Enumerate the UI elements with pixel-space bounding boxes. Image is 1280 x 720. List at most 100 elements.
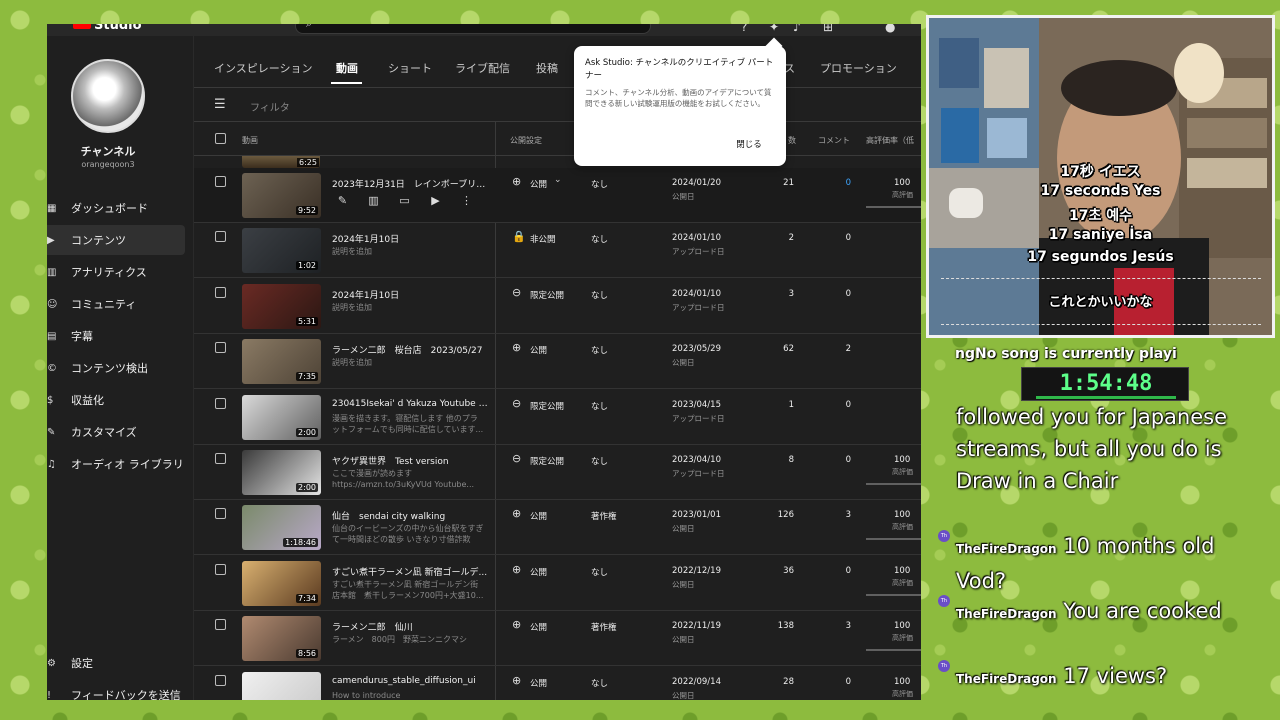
filter-input[interactable]: フィルタ — [250, 99, 290, 114]
row-checkbox[interactable] — [215, 563, 226, 575]
chevron-down-icon[interactable]: ⌄ — [554, 175, 562, 185]
view-count: 36 — [783, 565, 794, 576]
table-row[interactable]: camendurus_stable_diffusion_ui How to int… — [194, 667, 921, 700]
visibility-label[interactable]: 公開 — [530, 178, 547, 190]
row-checkbox[interactable] — [215, 176, 226, 187]
video-title[interactable]: 2024年1月10日 — [332, 288, 492, 301]
comment-count[interactable]: 0 — [811, 178, 851, 188]
timer-progress-bar — [1036, 396, 1176, 399]
sidebar-item-subtitles[interactable]: ▤ 字幕 — [47, 321, 185, 351]
video-date: 2023/04/15 — [672, 399, 721, 410]
sidebar-item-content[interactable]: ▶ コンテンツ — [47, 225, 185, 255]
column-header-views[interactable]: 数 — [788, 135, 796, 146]
video-title[interactable]: 2023年12月31日 レインボーブリッジ — [332, 177, 492, 190]
sidebar-item-analytics[interactable]: ▥ アナリティクス — [47, 257, 185, 287]
video-thumbnail[interactable]: 2:00 — [242, 450, 321, 495]
edit-icon[interactable]: ✎ — [336, 194, 349, 207]
video-thumbnail[interactable]: 8:56 — [242, 616, 321, 662]
video-title[interactable]: ヤクザ異世界 Test version — [332, 454, 492, 467]
content-area: インスピレーション 動画 ショート ライブ配信 投稿スプロモーション ☰ フィルタ 動画… — [193, 36, 921, 700]
visibility-label[interactable]: 公開 — [530, 510, 547, 522]
tab-1[interactable]: 動画 — [336, 60, 358, 76]
popup-close-button[interactable]: 閉じる — [726, 135, 772, 155]
date-status: アップロード日 — [672, 302, 725, 312]
row-checkbox[interactable] — [215, 674, 226, 686]
video-thumbnail[interactable]: 7:34 — [242, 560, 321, 606]
video-title[interactable]: 2024年1月10日 — [332, 232, 492, 245]
tab-4[interactable]: 投稿 — [536, 60, 558, 76]
row-checkbox[interactable] — [215, 397, 226, 409]
table-row[interactable]: 2:00 230415Isekai' d Yakuza Youtube Res..… — [194, 390, 921, 445]
create-icon[interactable]: ⊞ — [823, 24, 833, 34]
row-checkbox[interactable] — [215, 231, 226, 243]
sidebar-item-dashboard[interactable]: ▦ ダッシュボード — [47, 193, 185, 223]
visibility-label[interactable]: 公開 — [530, 344, 547, 356]
sidebar-item-audio-library[interactable]: ♫ オーディオ ライブラリ — [47, 449, 185, 479]
video-date: 2023/01/01 — [672, 510, 721, 521]
search-input[interactable]: ⌕ — [295, 24, 651, 34]
studio-logo[interactable]: Studio — [73, 24, 142, 33]
video-title[interactable]: ラーメン二郎 仙川 — [332, 620, 492, 633]
help-icon[interactable]: ? — [741, 24, 747, 34]
ask-studio-icon[interactable]: ✦ — [769, 24, 779, 34]
sidebar-item-feedback[interactable]: ! フィードバックを送信 — [47, 680, 185, 700]
visibility-label[interactable]: 限定公開 — [530, 289, 564, 301]
row-checkbox[interactable] — [215, 342, 226, 354]
tab-3[interactable]: ライブ配信 — [455, 60, 510, 76]
channel-avatar[interactable] — [71, 59, 145, 133]
sidebar-item-label: アナリティクス — [71, 266, 147, 279]
notifications-icon[interactable]: ♪ — [793, 24, 801, 34]
search-icon[interactable]: ⌕ — [306, 24, 312, 31]
table-row[interactable]: 5:31 2024年1月10日 説明を追加 ⊖ 限定公開 なし 2024/01/10 アップロ… — [194, 279, 921, 334]
sidebar-item-settings[interactable]: ⚙ 設定 — [47, 648, 185, 678]
video-title[interactable]: すごい煮干ラーメン凪 新宿ゴールデ... — [332, 565, 492, 578]
chat-message: followed you for Japanese streams, but a… — [956, 401, 1256, 497]
row-checkbox[interactable] — [215, 619, 226, 631]
sidebar-item-content-detection[interactable]: © コンテンツ検出 — [47, 353, 185, 383]
video-title[interactable]: ラーメン二郎 桜台店 2023/05/27 — [332, 343, 492, 356]
column-header-visibility[interactable]: 公開設定 — [510, 135, 542, 146]
table-row[interactable]: 7:34 すごい煮干ラーメン凪 新宿ゴールデ... すごい煮干ラーメン凪 新宿ゴール… — [194, 556, 921, 611]
more-options-icon[interactable]: ⋮ — [460, 194, 473, 207]
analytics-icon[interactable]: ▥ — [367, 194, 380, 207]
table-row[interactable]: 2:00 ヤクザ異世界 Test version ここで漫画が読めます https:… — [194, 445, 921, 500]
tab-2[interactable]: ショート — [388, 60, 432, 76]
video-thumbnail[interactable]: 1:02 — [242, 228, 321, 274]
account-avatar-icon[interactable]: ● — [885, 24, 895, 34]
visibility-label[interactable]: 限定公開 — [530, 400, 564, 412]
video-thumbnail[interactable] — [242, 671, 321, 700]
sidebar-item-community[interactable]: ☺ コミュニティ — [47, 289, 185, 319]
row-checkbox[interactable] — [215, 508, 226, 520]
video-thumbnail[interactable]: 7:35 — [242, 339, 321, 385]
video-thumbnail[interactable]: 1:18:46 — [242, 505, 321, 551]
visibility-label[interactable]: 公開 — [530, 621, 547, 633]
row-checkbox[interactable] — [215, 286, 226, 298]
comments-icon[interactable]: ▭ — [398, 194, 411, 207]
tab-6[interactable]: プロモーション — [820, 60, 897, 76]
column-header-comments[interactable]: コメント — [818, 135, 850, 146]
visibility-label[interactable]: 公開 — [530, 677, 547, 689]
visibility-label[interactable]: 限定公開 — [530, 455, 564, 467]
table-row[interactable]: 9:52 2023年12月31日 レインボーブリッジ ✎ ▥ ▭ ▶ ⋮ ⊕ 公開 ⌄ なし 2024… — [194, 168, 921, 223]
table-row[interactable]: 1:02 2024年1月10日 説明を追加 🔒 非公開 なし 2024/01/10 アップロー… — [194, 223, 921, 279]
tab-0[interactable]: インスピレーション — [214, 60, 313, 76]
table-row[interactable]: 1:18:46 仙台 sendai city walking 仙台のイービーンズの中… — [194, 500, 921, 556]
youtube-icon[interactable]: ▶ — [429, 194, 442, 207]
video-title[interactable]: 仙台 sendai city walking — [332, 509, 492, 522]
filter-icon[interactable]: ☰ — [214, 97, 226, 112]
video-thumbnail[interactable]: 2:00 — [242, 394, 321, 440]
sidebar-item-customize[interactable]: ✎ カスタマイズ — [47, 417, 185, 447]
select-all-checkbox[interactable] — [215, 133, 226, 144]
table-row[interactable]: 7:35 ラーメン二郎 桜台店 2023/05/27 説明を追加 ⊕ 公開 なし 2023/… — [194, 334, 921, 390]
table-row[interactable]: 8:56 ラーメン二郎 仙川 ラーメン 800円 野菜ニンニクマシ ⊕ 公開 著作権 202… — [194, 611, 921, 667]
now-playing-text: ngNo song is currently playi — [955, 346, 1177, 362]
visibility-label[interactable]: 非公開 — [530, 233, 556, 245]
video-title[interactable]: 230415Isekai' d Yakuza Youtube Res... — [332, 399, 492, 409]
row-checkbox[interactable] — [215, 453, 226, 464]
sidebar-item-monetization[interactable]: $ 収益化 — [47, 385, 185, 415]
video-thumbnail[interactable]: 9:52 — [242, 173, 321, 218]
video-thumbnail[interactable]: 5:31 — [242, 283, 321, 329]
video-title[interactable]: camendurus_stable_diffusion_ui — [332, 676, 492, 686]
visibility-label[interactable]: 公開 — [530, 566, 547, 578]
column-header-likes[interactable]: 高評価率（低 — [866, 135, 914, 146]
